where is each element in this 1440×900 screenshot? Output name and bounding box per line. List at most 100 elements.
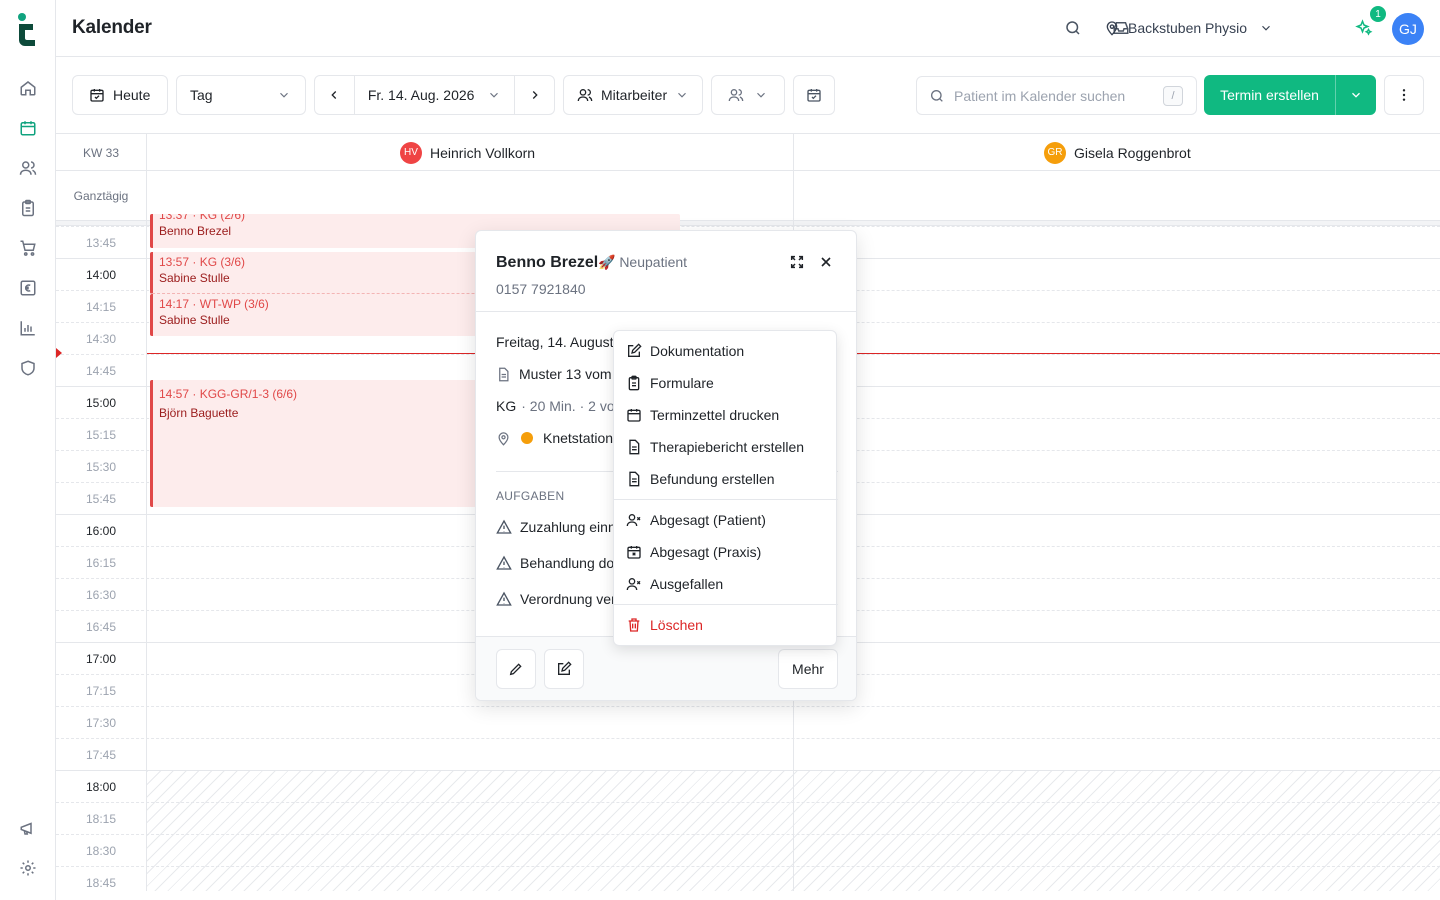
notification-badge: 1 bbox=[1370, 6, 1386, 22]
create-options-button[interactable] bbox=[1335, 75, 1376, 115]
task-item[interactable]: Zuzahlung einn bbox=[496, 516, 616, 538]
time-slot-row[interactable]: 17:30 bbox=[56, 706, 1440, 738]
menu-item-therapiebericht[interactable]: Therapiebericht erstellen bbox=[626, 435, 804, 459]
patient-search[interactable]: Patient im Kalender suchen / bbox=[916, 76, 1197, 115]
menu-item-ausgefallen[interactable]: Ausgefallen bbox=[626, 572, 723, 596]
menu-item-label: Löschen bbox=[650, 617, 703, 633]
document-icon bbox=[626, 471, 642, 487]
menu-item-abgesagt-patient[interactable]: Abgesagt (Patient) bbox=[626, 508, 766, 532]
chart-icon[interactable] bbox=[16, 316, 40, 340]
expand-icon[interactable] bbox=[789, 254, 807, 272]
appointment-title: 13:37 · KG (2/6) bbox=[159, 214, 246, 222]
location-selector[interactable]: Backstuben Physio bbox=[1104, 17, 1273, 39]
next-day-button[interactable] bbox=[514, 76, 554, 114]
search-shortcut-hint: / bbox=[1163, 86, 1183, 106]
map-pin-icon bbox=[496, 431, 511, 446]
chevron-down-icon bbox=[754, 88, 768, 102]
megaphone-icon[interactable] bbox=[16, 816, 40, 840]
tasks-heading: AUFGABEN bbox=[496, 489, 565, 503]
menu-item-label: Formulare bbox=[650, 375, 714, 391]
map-pin-icon bbox=[1104, 20, 1120, 36]
chevron-down-icon bbox=[1259, 21, 1273, 35]
menu-item-formulare[interactable]: Formulare bbox=[626, 371, 714, 395]
appointment-patient: Björn Baguette bbox=[159, 406, 239, 420]
menu-item-label: Terminzettel drucken bbox=[650, 407, 780, 423]
clipboard-icon[interactable] bbox=[16, 196, 40, 220]
menu-item-abgesagt-praxis[interactable]: Abgesagt (Praxis) bbox=[626, 540, 761, 564]
staff-filter[interactable]: Mitarbeiter bbox=[563, 75, 703, 115]
treatment-detail: · 20 Min. · 2 von bbox=[521, 398, 623, 414]
shield-icon[interactable] bbox=[16, 356, 40, 380]
employee-column-header[interactable]: GR Gisela Roggenbrot bbox=[1044, 134, 1191, 171]
document-icon bbox=[626, 439, 642, 455]
menu-item-label: Abgesagt (Praxis) bbox=[650, 544, 762, 560]
appointment-title: 14:57 · KGG-GR/1-3 (6/6) bbox=[159, 387, 298, 401]
task-item[interactable]: Behandlung dol bbox=[496, 552, 617, 574]
task-text: Verordnung ver bbox=[520, 591, 616, 607]
user-avatar[interactable]: GJ bbox=[1392, 13, 1424, 45]
time-slot-row[interactable]: 17:45 bbox=[56, 738, 1440, 770]
edit-button[interactable] bbox=[496, 649, 536, 689]
patient-phone[interactable]: 0157 7921840 bbox=[496, 281, 586, 297]
time-label: 15:30 bbox=[85, 460, 117, 474]
time-label: 16:00 bbox=[85, 524, 117, 538]
patients-icon[interactable] bbox=[16, 156, 40, 180]
time-label: 17:45 bbox=[85, 748, 117, 762]
group-filter[interactable] bbox=[711, 75, 785, 115]
menu-item-dokumentation[interactable]: Dokumentation bbox=[626, 339, 744, 363]
calendar-icon[interactable] bbox=[16, 116, 40, 140]
avatar: GR bbox=[1044, 141, 1066, 164]
appointment-date: Freitag, 14. August bbox=[496, 334, 614, 350]
search-input[interactable]: Patient im Kalender suchen bbox=[954, 88, 1125, 104]
document-edit-button[interactable] bbox=[544, 649, 584, 689]
view-value: Tag bbox=[190, 87, 213, 103]
prescription-row[interactable]: Muster 13 vom bbox=[496, 363, 612, 385]
euro-icon[interactable] bbox=[16, 276, 40, 300]
previous-day-button[interactable] bbox=[315, 76, 355, 114]
more-button[interactable]: Mehr bbox=[778, 649, 838, 689]
date-select[interactable]: Fr. 14. Aug. 2026 bbox=[355, 76, 514, 114]
task-text: Zuzahlung einn bbox=[520, 519, 616, 535]
time-label: 17:30 bbox=[85, 716, 117, 730]
time-label: 16:30 bbox=[85, 588, 117, 602]
time-label: 18:45 bbox=[85, 876, 117, 890]
user-x-icon bbox=[626, 512, 642, 528]
warning-icon bbox=[496, 591, 512, 607]
task-text: Behandlung dol bbox=[520, 555, 618, 571]
user-x-icon bbox=[626, 576, 642, 592]
chevron-down-icon bbox=[675, 88, 689, 102]
search-icon[interactable] bbox=[1061, 16, 1085, 40]
divider bbox=[614, 499, 838, 500]
home-icon[interactable] bbox=[16, 76, 40, 100]
station-row: Knetstation bbox=[496, 427, 613, 449]
employee-column-header[interactable]: HV Heinrich Vollkorn bbox=[400, 134, 535, 171]
date-navigator: Fr. 14. Aug. 2026 bbox=[314, 75, 555, 115]
today-button[interactable]: Heute bbox=[72, 75, 168, 115]
create-appointment-label[interactable]: Termin erstellen bbox=[1204, 87, 1335, 103]
menu-item-loeschen[interactable]: Löschen bbox=[626, 613, 703, 637]
app-logo[interactable] bbox=[16, 12, 38, 46]
settings-icon[interactable] bbox=[16, 856, 40, 880]
patient-name[interactable]: Benno Brezel bbox=[496, 254, 598, 272]
cart-icon[interactable] bbox=[16, 236, 40, 260]
menu-item-label: Therapiebericht erstellen bbox=[650, 439, 805, 455]
menu-item-terminzettel[interactable]: Terminzettel drucken bbox=[626, 403, 779, 427]
appointment-card[interactable]: 14:57 · KGG-GR/1-3 (6/6) Björn Baguette bbox=[150, 380, 480, 507]
all-day-label: Ganztägig bbox=[73, 189, 129, 203]
users-icon bbox=[728, 87, 744, 103]
more-options-button[interactable] bbox=[1384, 75, 1424, 115]
prescription-text: Muster 13 vom bbox=[519, 366, 612, 382]
divider bbox=[146, 134, 147, 891]
search-icon bbox=[929, 88, 945, 104]
view-select[interactable]: Tag bbox=[176, 75, 306, 115]
menu-item-label: Abgesagt (Patient) bbox=[650, 512, 766, 528]
calendar-x-icon bbox=[626, 544, 642, 560]
time-label: 15:15 bbox=[85, 428, 117, 442]
close-icon[interactable] bbox=[818, 254, 836, 272]
date-picker-button[interactable] bbox=[793, 75, 835, 115]
task-item[interactable]: Verordnung ver bbox=[496, 588, 616, 610]
divider bbox=[476, 311, 856, 312]
time-label: 14:15 bbox=[85, 300, 117, 314]
menu-item-befundung[interactable]: Befundung erstellen bbox=[626, 467, 775, 491]
chevron-down-icon bbox=[277, 88, 291, 102]
